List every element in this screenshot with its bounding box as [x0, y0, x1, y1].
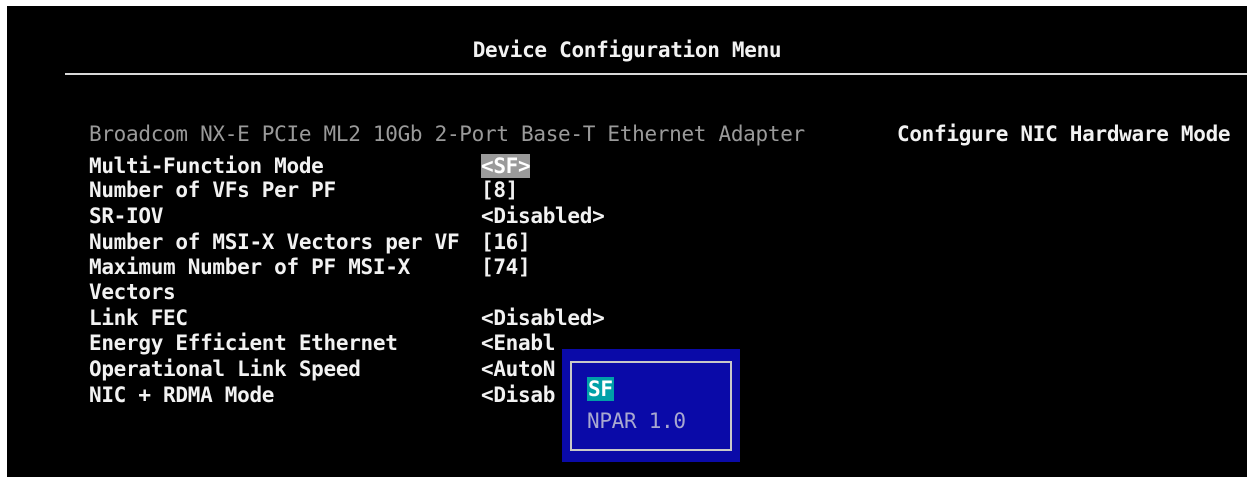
popup-option-sf-label[interactable]: SF — [587, 377, 614, 401]
setting-label-vfs-per-pf[interactable]: Number of VFs Per PF — [89, 178, 336, 202]
setting-label-max-pf-msix[interactable]: Maximum Number of PF MSI-X — [89, 255, 410, 279]
title-divider — [65, 73, 1247, 75]
setting-label-operational-link-speed[interactable]: Operational Link Speed — [89, 357, 361, 381]
adapter-name: Broadcom NX-E PCIe ML2 10Gb 2-Port Base-… — [89, 122, 805, 146]
setting-label-multi-function-mode[interactable]: Multi-Function Mode — [89, 154, 324, 178]
setting-label-nic-rdma-mode[interactable]: NIC + RDMA Mode — [89, 383, 274, 407]
option-popup[interactable]: SF NPAR 1.0 — [562, 349, 740, 462]
popup-option-sf[interactable]: SF — [587, 377, 614, 401]
setting-value-link-fec[interactable]: <Disabled> — [481, 306, 605, 330]
bios-screen: Device Configuration Menu Broadcom NX-E … — [7, 6, 1247, 477]
setting-label-energy-efficient-ethernet[interactable]: Energy Efficient Ethernet — [89, 331, 398, 355]
setting-value-nic-rdma-mode[interactable]: <Disab — [481, 383, 555, 407]
setting-label-max-pf-msix-line2[interactable]: Vectors — [89, 280, 176, 304]
setting-value-operational-link-speed[interactable]: <AutoN — [481, 357, 555, 381]
setting-label-link-fec[interactable]: Link FEC — [89, 306, 188, 330]
setting-label-msix-vectors-per-vf[interactable]: Number of MSI-X Vectors per VF — [89, 230, 460, 254]
setting-value-max-pf-msix[interactable]: [74] — [481, 255, 531, 279]
setting-value-vfs-per-pf[interactable]: [8] — [481, 178, 518, 202]
popup-option-npar[interactable]: NPAR 1.0 — [587, 409, 686, 433]
setting-value-multi-function-mode[interactable]: <SF> — [481, 154, 531, 178]
page-title: Device Configuration Menu — [472, 38, 782, 62]
popup-border — [570, 361, 732, 451]
setting-value-energy-efficient-ethernet[interactable]: <Enabl — [481, 331, 555, 355]
setting-value-sr-iov[interactable]: <Disabled> — [481, 204, 605, 228]
setting-label-sr-iov[interactable]: SR-IOV — [89, 204, 163, 228]
help-text: Configure NIC Hardware Mode — [897, 122, 1231, 146]
setting-value-msix-vectors-per-vf[interactable]: [16] — [481, 230, 531, 254]
multi-function-mode-highlight[interactable]: <SF> — [481, 154, 531, 178]
